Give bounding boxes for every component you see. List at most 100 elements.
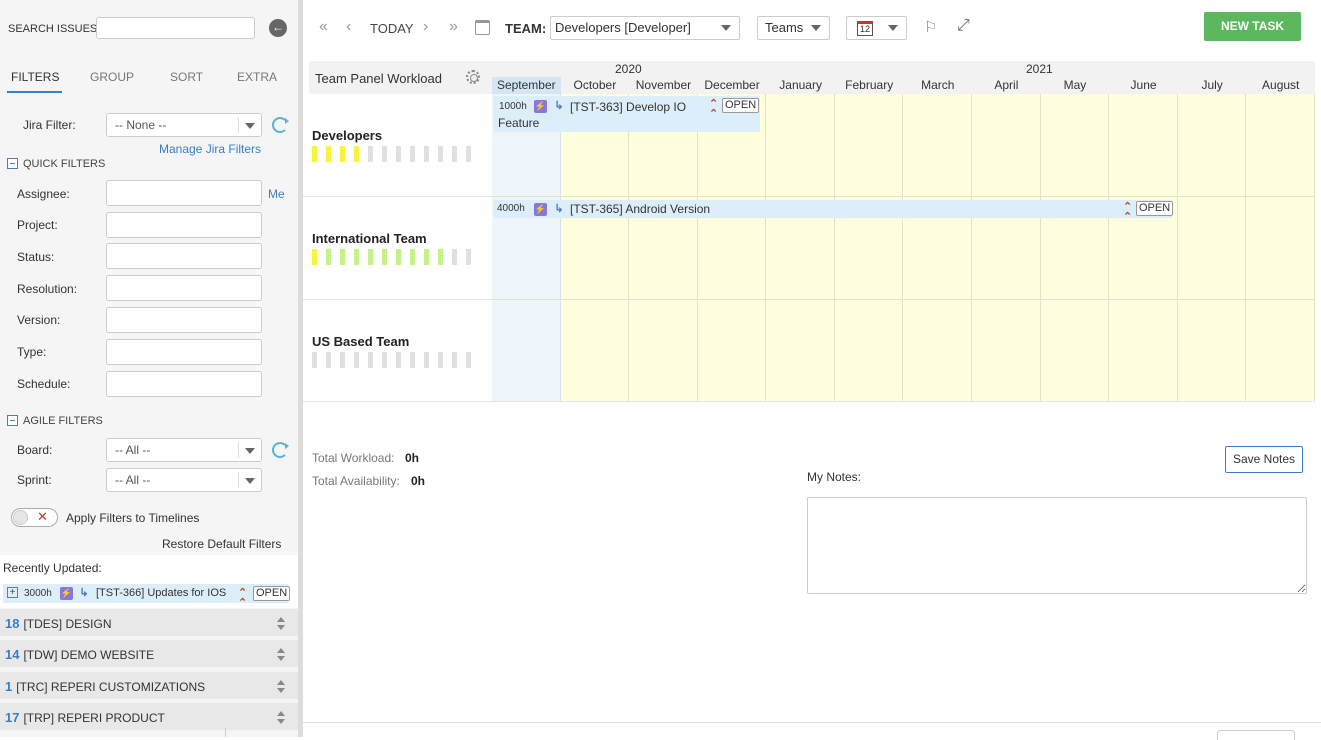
grid-cell[interactable] [629,300,698,402]
sort-updown-icon[interactable] [277,680,286,694]
search-input[interactable] [96,17,255,39]
board-select[interactable]: -- All -- [106,438,262,462]
tab-group[interactable]: GROUP [90,70,134,84]
grid-cell[interactable] [766,300,835,402]
workload-segment [340,146,345,162]
tab-filters[interactable]: FILTERS [11,70,59,84]
save-notes-button[interactable]: Save Notes [1225,446,1303,473]
chevron-left-icon[interactable]: ‹ [346,18,351,36]
grid-cell[interactable] [834,300,904,402]
schedule-input[interactable] [106,371,262,397]
task-bar[interactable]: 1000h ⚡ ↳ [TST-363] Develop IO Feature ⌃… [494,96,760,132]
project-row[interactable]: 14 [TDW] DEMO WEBSITE [0,640,298,669]
arrow-left-icon: ← [272,20,284,34]
sprint-select[interactable]: -- All -- [106,468,262,492]
month-label: October [573,78,617,92]
double-chevron-left-icon[interactable]: « [319,18,328,36]
grid-cell[interactable] [1246,197,1315,300]
chevron-right-icon[interactable]: › [423,18,428,36]
collapse-agile-filters-icon[interactable] [7,415,18,426]
team-row[interactable]: Developers [303,94,492,197]
workload-segment [410,352,415,368]
month-label: January [779,78,822,92]
task-hours: 1000h [499,101,527,112]
team-row[interactable]: US Based Team [303,300,492,402]
schedule-label: Schedule: [17,377,71,391]
calendar-icon[interactable] [475,20,490,35]
view-select[interactable]: Teams [757,16,830,40]
gear-icon[interactable] [466,70,480,84]
grid-cell[interactable] [903,94,973,197]
tab-extra[interactable]: EXTRA [237,70,277,84]
grid-cell[interactable] [834,94,904,197]
team-name: International Team [312,231,427,246]
type-label: Type: [17,345,47,359]
assignee-input[interactable] [106,180,262,206]
collapse-quick-filters-icon[interactable] [7,158,18,169]
fullscreen-icon[interactable]: ⤢ [957,17,970,35]
team-row[interactable]: International Team [303,197,492,300]
workload-indicator [312,352,477,368]
epic-icon: ⚡ [534,100,547,113]
sort-updown-icon[interactable] [277,711,286,725]
grid-cell[interactable] [1246,300,1315,402]
workload-segment [312,352,317,368]
grid-cell[interactable] [1040,300,1110,402]
grid-cell[interactable] [972,94,1041,197]
workload-segment [396,249,401,265]
footer-button[interactable] [1217,730,1295,740]
version-label: Version: [17,313,61,327]
status-input[interactable] [106,243,262,269]
zoom-select[interactable]: 12 [846,16,907,40]
grid-cell[interactable] [1177,197,1247,300]
grid-cell[interactable] [1109,94,1178,197]
double-chevron-right-icon[interactable]: » [449,18,458,36]
grid-cell[interactable] [1177,300,1247,402]
project-row[interactable]: 17 [TRP] REPERI PRODUCT [0,703,298,732]
assignee-me-link[interactable]: Me [268,187,285,201]
grid-cell[interactable] [1109,300,1178,402]
tab-sort[interactable]: SORT [170,70,203,84]
search-go-button[interactable]: ← [269,19,287,37]
new-task-button[interactable]: NEW TASK [1204,12,1301,41]
project-row[interactable]: 18 [TDES] DESIGN [0,609,298,638]
grid-cell[interactable] [697,300,767,402]
flag-icon[interactable]: ⚐ [924,18,937,36]
restore-default-filters-link[interactable]: Restore Default Filters [162,537,281,551]
notes-textarea[interactable] [807,497,1307,594]
project-input[interactable] [106,212,262,238]
expand-plus-icon[interactable]: + [7,587,18,598]
grid-cell[interactable] [766,94,835,197]
resolution-input[interactable] [106,275,262,301]
project-row[interactable]: 1 [TRC] REPERI CUSTOMIZATIONS [0,672,298,701]
recent-issue-chip[interactable]: + 3000h ⚡ ↳ [TST-366] Updates for IOS ⌃ ⌃… [3,584,291,609]
version-input[interactable] [106,307,262,333]
grid-cell[interactable] [560,300,630,402]
grid-cell[interactable] [903,300,973,402]
task-bar[interactable]: 4000h ⚡ ↳ [TST-365] Android Version ⌃ ⌃ O… [494,200,1174,223]
panel-title-cell: Team Panel Workload [309,61,492,94]
workload-segment [466,249,471,265]
team-select[interactable]: Developers [Developer] [550,16,740,40]
workload-segment [340,352,345,368]
workload-segment [312,249,317,265]
grid-cell[interactable] [1177,94,1247,197]
grid-cell[interactable] [1246,94,1315,197]
timeline-header: 2020 2021 September October November Decemb… [492,61,1315,94]
refresh-board-icon[interactable] [272,442,289,458]
jira-filter-select[interactable]: -- None -- [106,113,262,137]
workload-segment [368,249,373,265]
sort-updown-icon[interactable] [277,617,286,631]
month-label: November [635,78,692,92]
sprint-label: Sprint: [17,473,52,487]
apply-filters-toggle[interactable]: ✕ [11,508,58,527]
type-input[interactable] [106,339,262,365]
grid-cell[interactable] [492,300,561,402]
today-button[interactable]: TODAY [370,21,414,36]
refresh-icon[interactable] [272,117,289,133]
sort-updown-icon[interactable] [277,648,286,662]
grid-cell[interactable] [1040,94,1110,197]
epic-icon: ⚡ [60,587,73,600]
grid-cell[interactable] [972,300,1041,402]
manage-jira-filters-link[interactable]: Manage Jira Filters [159,142,261,156]
